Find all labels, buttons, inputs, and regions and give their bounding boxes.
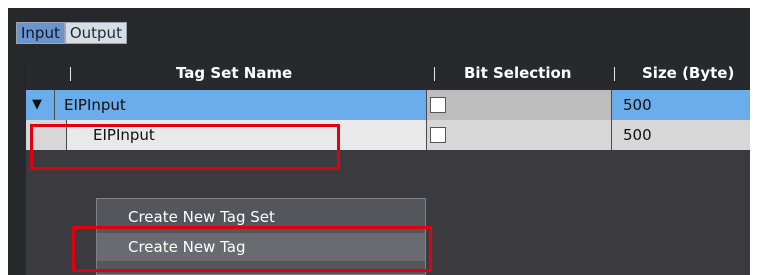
column-header-bit-selection[interactable]: Bit Selection (464, 64, 571, 82)
bit-selection-cell (426, 90, 611, 120)
column-separator (434, 67, 435, 81)
tag-set-name-cell: EIPInput (64, 96, 126, 114)
cell-divider (426, 120, 427, 150)
bit-selection-checkbox[interactable] (430, 127, 446, 143)
tab-bar: Input Output (16, 22, 127, 44)
column-header-size[interactable]: Size (Byte) (642, 64, 734, 82)
size-cell: 500 (623, 126, 652, 144)
tab-output[interactable]: Output (64, 22, 127, 44)
chevron-down-icon[interactable]: ▼ (32, 90, 42, 120)
table-row[interactable]: ▼ EIPInput 500 (26, 90, 750, 120)
screenshot-frame: Input Output Tag Set Name Bit Selection … (0, 0, 758, 275)
column-header-tag-set-name[interactable]: Tag Set Name (176, 64, 292, 82)
cell-divider (611, 90, 612, 120)
cell-divider (426, 90, 427, 120)
cell-divider (611, 120, 612, 150)
cell-divider (54, 90, 55, 120)
column-separator (614, 67, 615, 81)
bit-selection-cell (426, 120, 611, 150)
bit-selection-checkbox[interactable] (430, 97, 446, 113)
column-separator (70, 67, 71, 81)
tab-input[interactable]: Input (16, 22, 65, 44)
highlight-box-create-new-tag (72, 226, 432, 272)
highlight-box-tag-row (30, 124, 340, 170)
size-cell: 500 (623, 96, 652, 114)
table-header: Tag Set Name Bit Selection Size (Byte) (26, 58, 750, 90)
